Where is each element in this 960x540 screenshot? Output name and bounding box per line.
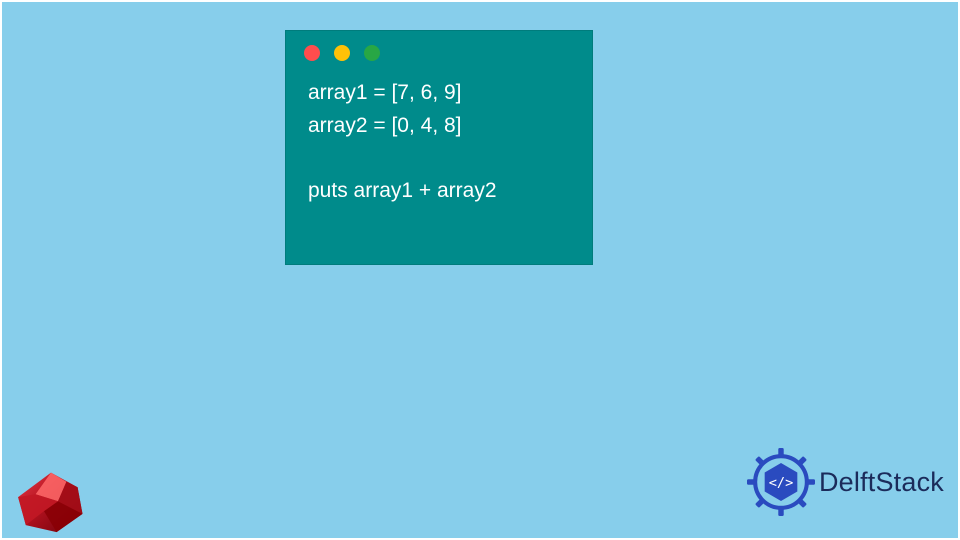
- code-block: array1 = [7, 6, 9] array2 = [0, 4, 8] pu…: [286, 69, 592, 215]
- window-controls: [286, 31, 592, 69]
- brand-badge-icon: </>: [747, 448, 815, 516]
- code-line: puts array1 + array2: [308, 179, 497, 202]
- code-window: array1 = [7, 6, 9] array2 = [0, 4, 8] pu…: [285, 30, 593, 265]
- maximize-dot-icon: [364, 45, 380, 61]
- ruby-logo-icon: [16, 470, 86, 534]
- svg-text:</>: </>: [769, 475, 794, 491]
- code-line: array2 = [0, 4, 8]: [308, 114, 462, 137]
- code-line: array1 = [7, 6, 9]: [308, 81, 462, 104]
- brand: </> DelftStack: [747, 448, 944, 516]
- brand-name: DelftStack: [819, 467, 944, 498]
- close-dot-icon: [304, 45, 320, 61]
- page-canvas: array1 = [7, 6, 9] array2 = [0, 4, 8] pu…: [2, 2, 958, 538]
- minimize-dot-icon: [334, 45, 350, 61]
